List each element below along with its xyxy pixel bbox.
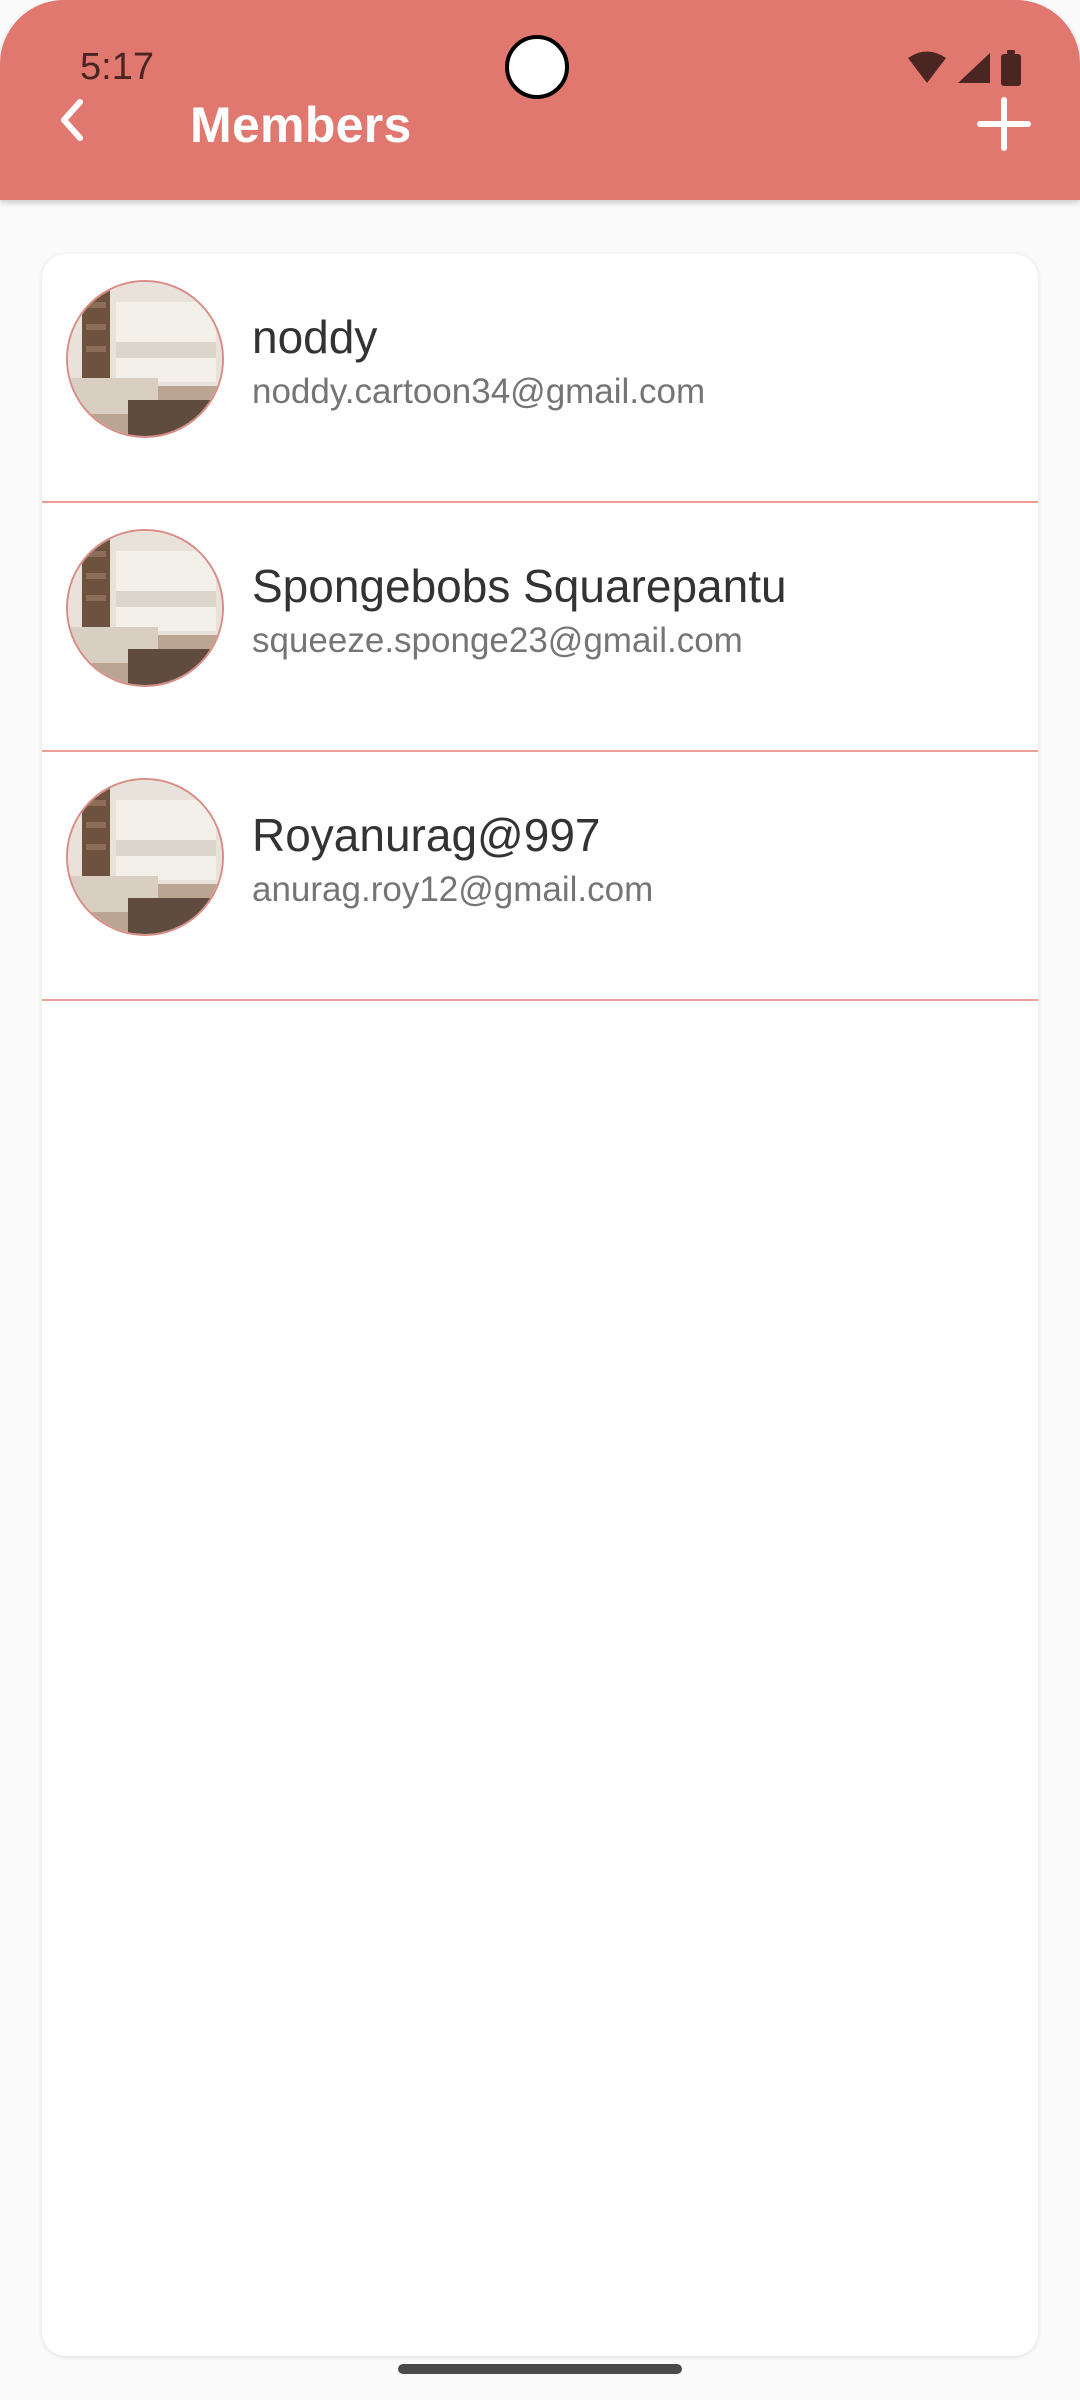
member-name: noddy — [252, 311, 378, 363]
member-row[interactable]: Spongebobs Squarepantu squeeze.sponge23@… — [42, 503, 1038, 752]
signal-icon — [956, 51, 992, 90]
status-icons — [906, 50, 1022, 91]
member-name: Royanurag@997 — [252, 809, 601, 861]
member-email: noddy.cartoon34@gmail.com — [252, 372, 706, 411]
page-title: Members — [190, 97, 412, 153]
home-indicator[interactable] — [398, 2364, 682, 2374]
member-email: anurag.roy12@gmail.com — [252, 870, 654, 909]
status-time: 5:17 — [80, 46, 154, 88]
plus-icon — [976, 96, 1032, 157]
wifi-icon — [906, 51, 948, 90]
app-bar: 5:17 Members — [0, 0, 1080, 200]
back-button[interactable] — [40, 90, 104, 154]
member-name: Spongebobs Squarepantu — [252, 560, 787, 612]
add-member-button[interactable] — [968, 90, 1040, 162]
member-email: squeeze.sponge23@gmail.com — [252, 621, 743, 660]
member-row[interactable]: noddy noddy.cartoon34@gmail.com — [42, 254, 1038, 503]
member-row[interactable]: Royanurag@997 anurag.roy12@gmail.com — [42, 752, 1038, 1001]
member-avatar — [66, 778, 224, 936]
chevron-left-icon — [52, 96, 92, 149]
member-avatar — [66, 280, 224, 438]
members-list: noddy noddy.cartoon34@gmail.com Spongebo… — [42, 254, 1038, 2356]
battery-icon — [1000, 50, 1022, 91]
camera-cutout — [505, 35, 569, 99]
member-avatar — [66, 529, 224, 687]
